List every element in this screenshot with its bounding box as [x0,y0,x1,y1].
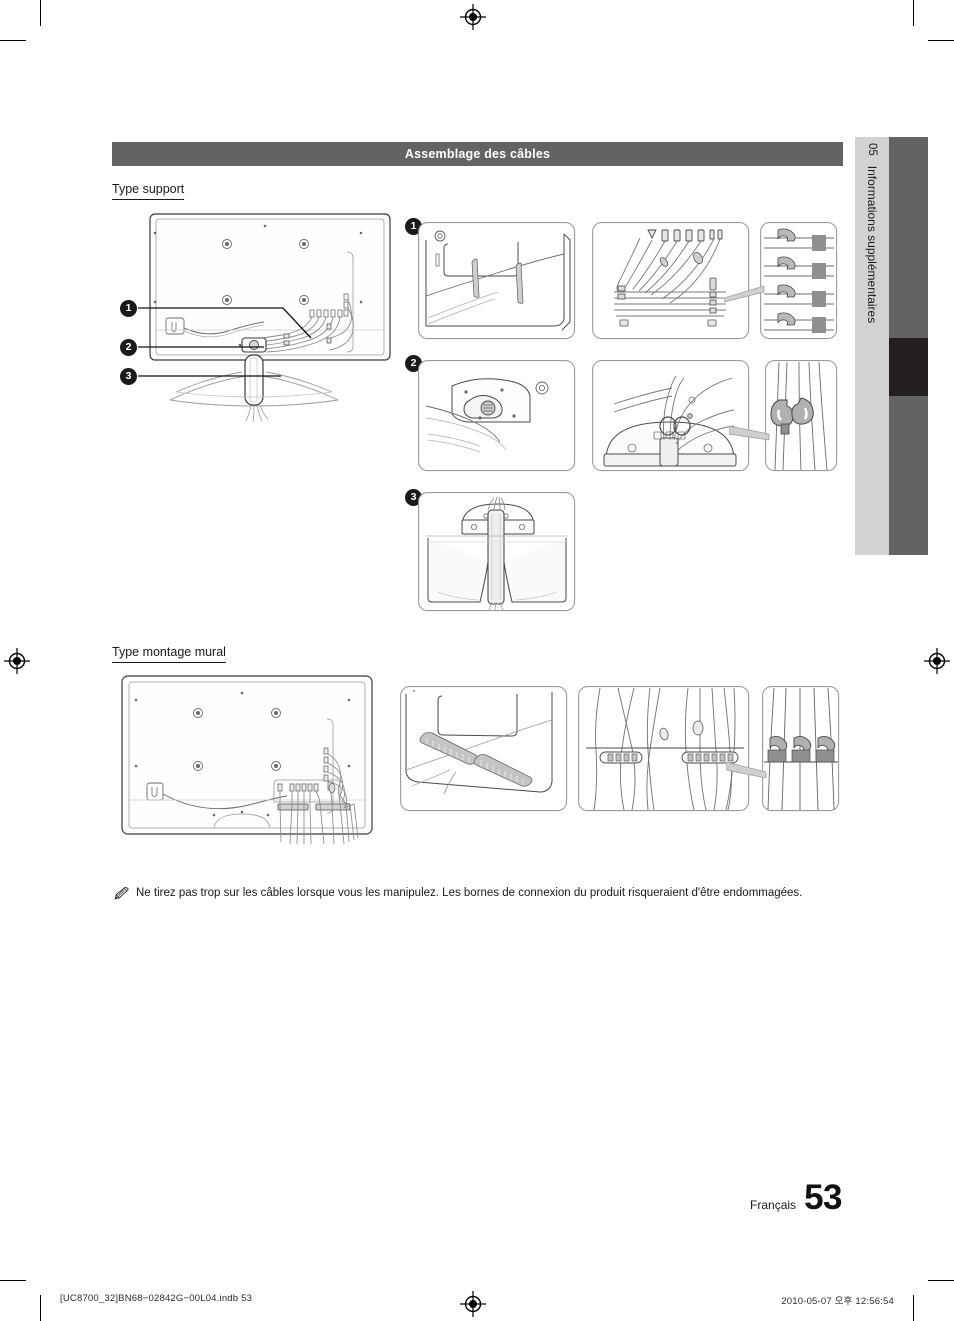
chapter-tab-strip: 05 Informations supplémentaires [855,137,889,555]
pencil-note-icon [114,887,129,900]
figure-wall-mid [578,686,750,812]
callout-badge-2-stand: 2 [120,339,137,356]
chapter-tab-active-marker [889,338,928,396]
crop-mark-bottom-right-horizontal [928,1279,954,1281]
callout-badge-3-stand: 3 [120,368,137,385]
crop-mark-bottom-right-vertical [912,1295,914,1321]
section-header: Assemblage des câbles [112,142,843,166]
registration-target-top [460,4,486,30]
figure-step1-right [760,222,838,340]
registration-target-bottom [460,1291,486,1317]
figure-step2-mid [592,360,750,472]
page-number-block: Français 53 [640,1178,842,1218]
chapter-number: 05 [866,143,878,156]
chapter-tab-text: 05 Informations supplémentaires [855,137,889,555]
figure-step3 [418,492,576,612]
crop-mark-top-right-horizontal [928,40,954,42]
figure-wall-left [400,686,568,812]
page-number: 53 [804,1178,842,1217]
subsection-label-stand: Type support [112,182,185,200]
callout-zoom-line-step1 [724,285,765,303]
language-label: Français [750,1198,797,1212]
crop-mark-top-right-vertical [912,0,914,26]
crop-mark-top-left-horizontal [0,40,26,42]
figure-wall-right [762,686,840,812]
chapter-title: Informations supplémentaires [865,165,879,324]
crop-mark-bottom-left-vertical [40,1295,42,1321]
figure-step1-left [418,222,576,340]
footer-timestamp: 2010-05-07 오후 12:56:54 [781,1296,894,1307]
subsection-label-wall: Type montage mural [112,645,226,663]
note-row: Ne tirez pas trop sur les câbles lorsque… [114,886,844,902]
figure-step2-left [418,360,576,472]
registration-target-right [924,648,950,674]
callout-zoom-line-wall [726,761,767,779]
section-header-title: Assemblage des câbles [404,147,551,161]
figure-step2-right [765,360,838,472]
figure-wall-overview [118,672,380,860]
callout-badge-1-stand: 1 [120,300,137,317]
note-text: Ne tirez pas trop sur les câbles lorsque… [136,887,803,899]
crop-mark-bottom-left-horizontal [0,1279,26,1281]
registration-target-left [4,648,30,674]
footer-source-file: [UC8700_32]BN68−02842G−00L04.indb 53 [60,1293,253,1304]
manual-page: Assemblage des câbles 05 Informations su… [0,0,954,1321]
callout-zoom-line-step2 [729,425,770,441]
crop-mark-top-left-vertical [40,0,42,26]
callout-leader-lines-stand [138,307,312,377]
